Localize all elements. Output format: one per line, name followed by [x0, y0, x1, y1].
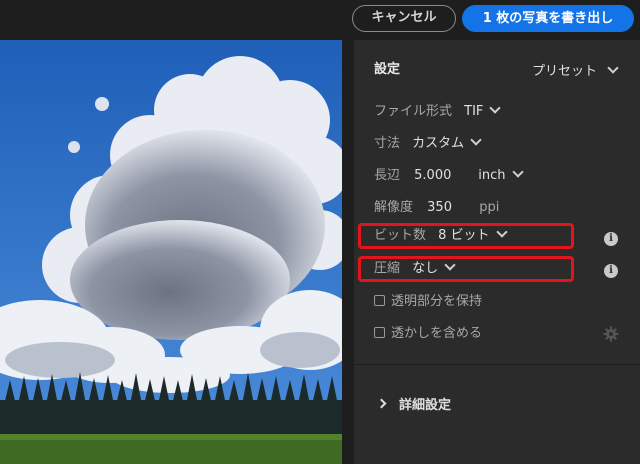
panel-divider	[354, 364, 640, 365]
compression-row: 圧縮 なし	[374, 257, 456, 281]
long-edge-row: 長辺 5.000 inch	[374, 164, 524, 188]
long-edge-unit-select[interactable]: inch	[478, 164, 524, 188]
compression-label: 圧縮	[374, 261, 401, 276]
resolution-label: 解像度	[374, 200, 414, 215]
long-edge-input[interactable]: 5.000	[414, 164, 464, 188]
gear-icon[interactable]	[603, 326, 619, 342]
preserve-transparency-checkbox[interactable]	[374, 295, 385, 306]
bit-depth-value: 8 ビット	[438, 228, 490, 243]
bit-depth-row: ビット数 8 ビット	[374, 224, 508, 248]
chevron-down-icon	[607, 62, 619, 74]
resolution-input[interactable]: 350	[427, 196, 471, 220]
presets-label: プリセット	[532, 64, 598, 79]
top-bar: キャンセル 1 枚の写真を書き出し	[0, 0, 640, 40]
watermark-option[interactable]: 透かしを含める	[374, 322, 482, 346]
chevron-down-icon	[489, 102, 502, 114]
chevron-down-icon	[444, 259, 456, 271]
export-settings-panel: 設定 プリセット ファイル形式 TIF 寸法 カスタム 長辺 5.000 inc…	[354, 40, 640, 464]
dimensions-row: 寸法 カスタム	[374, 132, 482, 156]
compression-value: なし	[412, 261, 439, 276]
settings-header: 設定	[374, 62, 401, 77]
preserve-transparency-option[interactable]: 透明部分を保持	[374, 290, 482, 314]
long-edge-unit: inch	[478, 168, 506, 183]
chevron-down-icon	[470, 134, 482, 146]
resolution-unit: ppi	[479, 200, 500, 215]
export-photo-button[interactable]: 1 枚の写真を書き出し	[462, 5, 634, 32]
chevron-right-icon	[376, 398, 387, 409]
sky-clouds-image	[0, 40, 342, 464]
compression-select[interactable]: なし	[412, 257, 456, 281]
file-format-select[interactable]: TIF	[464, 100, 502, 124]
file-format-row: ファイル形式 TIF	[374, 100, 502, 124]
dimensions-label: 寸法	[374, 136, 401, 151]
dimensions-value: カスタム	[412, 136, 465, 151]
cancel-button[interactable]: キャンセル	[352, 5, 456, 32]
presets-dropdown[interactable]: プリセット	[532, 60, 619, 84]
file-format-value: TIF	[464, 104, 484, 119]
preserve-transparency-label: 透明部分を保持	[391, 294, 483, 309]
advanced-settings-toggle[interactable]: 詳細設定	[376, 394, 452, 418]
file-format-label: ファイル形式	[374, 104, 453, 119]
info-icon[interactable]: i	[604, 264, 618, 278]
dimensions-select[interactable]: カスタム	[412, 132, 482, 156]
advanced-settings-label: 詳細設定	[399, 398, 452, 413]
bit-depth-select[interactable]: 8 ビット	[438, 224, 508, 248]
bit-depth-label: ビット数	[374, 228, 427, 243]
photo-preview	[0, 40, 342, 464]
chevron-down-icon	[495, 226, 508, 238]
watermark-label: 透かしを含める	[391, 326, 483, 341]
info-icon[interactable]: i	[604, 232, 618, 246]
chevron-down-icon	[511, 166, 524, 178]
watermark-checkbox[interactable]	[374, 327, 385, 338]
resolution-row: 解像度 350 ppi	[374, 196, 499, 220]
long-edge-label: 長辺	[374, 168, 401, 183]
